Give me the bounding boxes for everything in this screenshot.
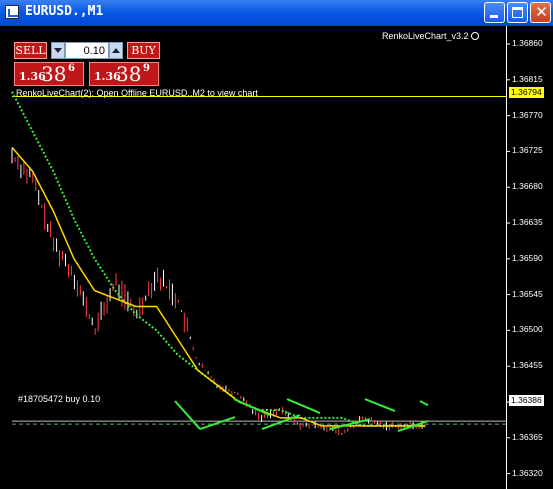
maximize-icon <box>512 7 523 18</box>
trend-segment <box>174 400 201 430</box>
sell-price-button[interactable]: 1.36 38 6 <box>14 62 84 86</box>
buy-button[interactable]: BUY <box>127 42 160 59</box>
axis-label: 1.36455 <box>512 360 543 371</box>
trend-segment <box>233 398 271 417</box>
chart-window: EURUSD.,M1 ✕ SELL BUY 1.36 38 6 1.36 38 … <box>0 0 553 489</box>
sell-price-pips: 38 <box>41 62 67 86</box>
axis-label: 1.36545 <box>512 288 543 299</box>
axis-label: 1.36500 <box>512 324 543 335</box>
axis-label: 1.36320 <box>512 467 543 478</box>
buy-price-fraction: 9 <box>143 63 150 74</box>
trend-segment <box>419 400 429 406</box>
minimize-button[interactable] <box>484 2 505 23</box>
window-title: EURUSD.,M1 <box>25 4 104 19</box>
indicator-name: RenkoLiveChart_v3.2 <box>382 31 479 41</box>
indicator-info-text: RenkoLiveChart(2): Open Offline EURUSD.,… <box>16 88 258 98</box>
lot-decrease-button[interactable] <box>51 42 65 59</box>
bid-price-tag: 1.36386 <box>509 395 544 406</box>
lot-increase-button[interactable] <box>109 42 123 59</box>
maximize-button[interactable] <box>507 2 528 23</box>
smiley-icon <box>470 32 479 40</box>
sell-button[interactable]: SELL <box>14 42 47 59</box>
axis-label: 1.36680 <box>512 181 543 192</box>
trend-segment <box>199 416 236 431</box>
lot-size-input[interactable] <box>65 42 109 59</box>
close-button[interactable]: ✕ <box>530 2 551 23</box>
trend-segment <box>364 398 396 413</box>
close-icon: ✕ <box>535 3 548 21</box>
buy-price-button[interactable]: 1.36 38 9 <box>89 62 159 86</box>
indicator-name-text: RenkoLiveChart_v3.2 <box>382 31 469 41</box>
buy-price-pips: 38 <box>116 62 142 86</box>
axis-label: 1.36860 <box>512 38 543 48</box>
minimize-icon <box>490 15 498 18</box>
chart-window-icon[interactable] <box>5 5 19 19</box>
axis-label: 1.36590 <box>512 252 543 263</box>
axis-label: 1.36635 <box>512 217 543 227</box>
ask-price-tag: 1.36794 <box>509 87 544 98</box>
axis-label: 1.36725 <box>512 145 543 156</box>
order-line-label: #18705472 buy 0.10 <box>18 394 101 404</box>
axis-label: 1.36815 <box>512 73 543 84</box>
axis-label: 1.36770 <box>512 109 543 120</box>
title-bar[interactable]: EURUSD.,M1 ✕ <box>0 0 553 26</box>
trend-segment <box>286 398 321 415</box>
axis-label: 1.36365 <box>512 431 543 442</box>
sell-price-fraction: 6 <box>68 63 75 74</box>
